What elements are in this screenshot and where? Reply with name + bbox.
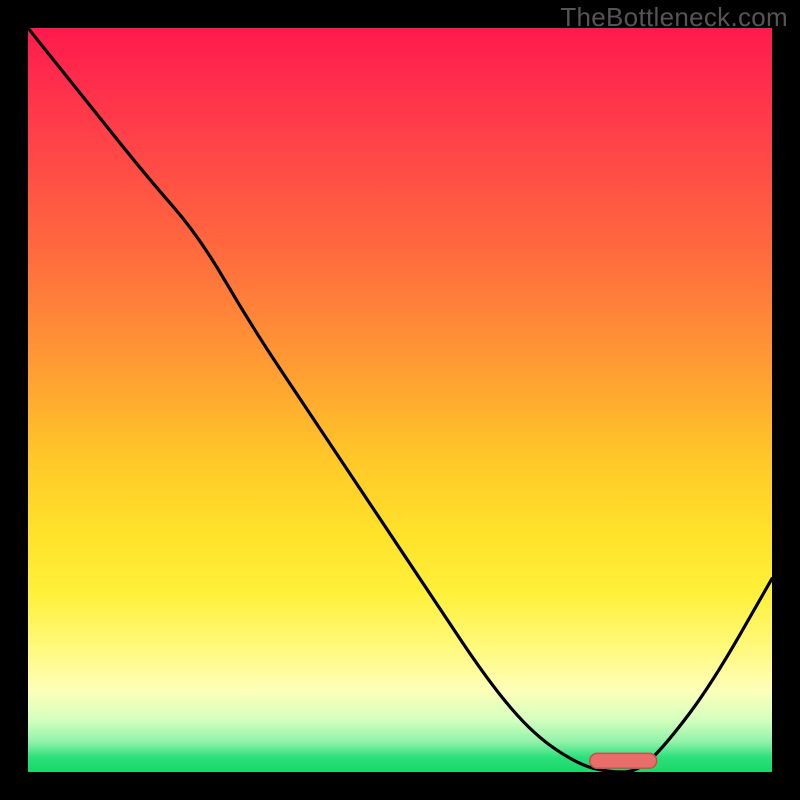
marker-capsule [590, 753, 657, 768]
chart-frame: TheBottleneck.com [0, 0, 800, 800]
watermark-text: TheBottleneck.com [560, 2, 788, 33]
optimal-range-marker [28, 28, 772, 772]
